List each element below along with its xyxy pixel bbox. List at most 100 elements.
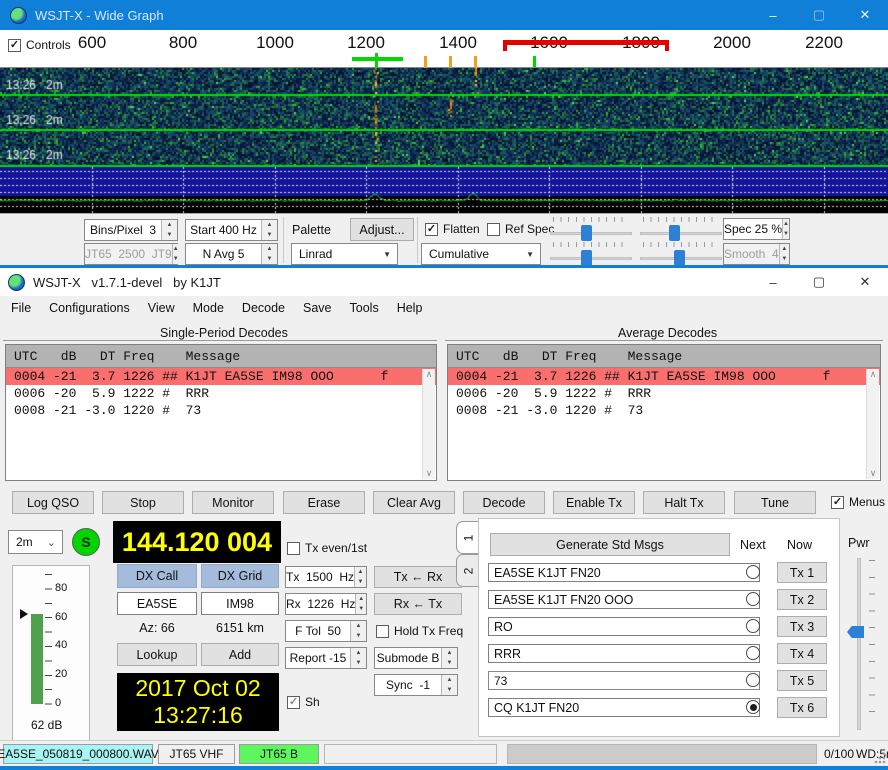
clear-avg-button[interactable]: Clear Avg	[373, 491, 455, 514]
minimize-icon[interactable]: –	[750, 268, 796, 296]
decode-row[interactable]: 0006 -20 5.9 1222 # RRR	[6, 385, 436, 402]
tx6-next-radio[interactable]	[746, 700, 760, 714]
main-titlebar[interactable]: WSJT-X v1.7.1-devel by K1JT – ▢ ✕	[0, 268, 888, 296]
minimize-icon[interactable]: –	[750, 0, 796, 30]
menu-configurations[interactable]: Configurations	[40, 297, 139, 319]
generate-std-msgs-button[interactable]: Generate Std Msgs	[490, 533, 730, 556]
decode-row[interactable]: 0008 -21 -3.0 1220 # 73	[6, 402, 436, 419]
spec-percent-spinbox[interactable]: Spec 25 % ▲▼	[723, 218, 790, 240]
zero-slider-1[interactable]	[638, 216, 724, 242]
dx-call-field[interactable]	[117, 592, 197, 615]
scrollbar[interactable]: ∧ ∨	[866, 369, 879, 479]
slider-handle[interactable]	[674, 250, 685, 266]
lookup-button[interactable]: Lookup	[117, 643, 197, 666]
sh-checkbox[interactable]: ✓ Sh	[287, 695, 320, 709]
hold-tx-freq-checkbox[interactable]: Hold Tx Freq	[376, 624, 463, 638]
tx3-next-radio[interactable]	[746, 619, 760, 633]
tx1-now-button[interactable]: Tx 1	[777, 562, 827, 583]
palette-combo[interactable]: Linrad ▼	[291, 243, 398, 265]
dx-grid-field[interactable]	[201, 592, 279, 615]
tx2-next-radio[interactable]	[746, 592, 760, 606]
erase-button[interactable]: Erase	[283, 491, 365, 514]
menus-checkbox[interactable]: ✓ Menus	[831, 495, 885, 509]
spin-up-icon[interactable]: ▲	[262, 220, 277, 230]
tx4-now-button[interactable]: Tx 4	[777, 643, 827, 664]
add-button[interactable]: Add	[201, 643, 279, 666]
tx3-now-button[interactable]: Tx 3	[777, 616, 827, 637]
menu-decode[interactable]: Decode	[233, 297, 294, 319]
tx4-message-field[interactable]	[488, 644, 760, 663]
f-tol-spinbox[interactable]: F Tol 50 ▲▼	[285, 620, 367, 642]
enable-tx-button[interactable]: Enable Tx	[553, 491, 635, 514]
frequency-scale[interactable]: ✓ Controls 600 800 1000 1200 1400 1600 1…	[0, 30, 888, 68]
tx6-message-field[interactable]	[488, 698, 760, 717]
n-avg-spinbox[interactable]: N Avg 5 ▲▼	[185, 243, 278, 265]
tx3-message-field[interactable]	[488, 617, 760, 636]
tx4-next-radio[interactable]	[746, 646, 760, 660]
gain-slider-1[interactable]	[548, 216, 634, 242]
tab-2[interactable]: 2	[456, 554, 479, 587]
decode-row[interactable]: 0004 -21 3.7 1226 ## K1JT EA5SE IM98 OOO…	[6, 368, 436, 385]
sync-spinbox[interactable]: Sync -1 ▲▼	[374, 674, 458, 696]
decode-row[interactable]: 0008 -21 -3.0 1220 # 73	[448, 402, 880, 419]
band-select-combo[interactable]: 2m ⌄	[8, 530, 63, 554]
tune-button[interactable]: Tune	[734, 491, 816, 514]
slider-handle[interactable]	[581, 225, 592, 241]
tx-from-rx-button[interactable]: Tx ← Rx	[374, 566, 462, 588]
average-decodes-table[interactable]: UTC dB DT Freq Message 0004 -21 3.7 1226…	[447, 344, 881, 481]
scroll-up-icon[interactable]: ∧	[870, 369, 877, 380]
tx-freq-spinbox[interactable]: Tx 1500 Hz ▲▼	[285, 566, 367, 588]
rx-from-tx-button[interactable]: Rx ← Tx	[374, 593, 462, 615]
submode-spinbox[interactable]: Submode B ▲▼	[374, 647, 458, 669]
single-period-decodes-table[interactable]: UTC dB DT Freq Message 0004 -21 3.7 1226…	[5, 344, 437, 481]
monitor-button[interactable]: Monitor	[192, 491, 274, 514]
pwr-slider[interactable]	[857, 558, 861, 730]
spin-down-icon[interactable]: ▼	[162, 230, 177, 240]
tx1-next-radio[interactable]	[746, 565, 760, 579]
zero-slider-2[interactable]	[638, 241, 724, 267]
tx2-now-button[interactable]: Tx 2	[777, 589, 827, 610]
menu-file[interactable]: File	[2, 297, 40, 319]
rx-freq-spinbox[interactable]: Rx 1226 Hz ▲▼	[285, 593, 367, 615]
close-icon[interactable]: ✕	[842, 268, 888, 296]
scrollbar[interactable]: ∧ ∨	[422, 369, 435, 479]
scroll-up-icon[interactable]: ∧	[426, 369, 433, 380]
decode-row[interactable]: 0006 -20 5.9 1222 # RRR	[448, 385, 880, 402]
flatten-checkbox[interactable]: ✓ Flatten	[425, 222, 480, 236]
wide-graph-titlebar[interactable]: WSJT-X - Wide Graph – ▢ ✕	[0, 0, 888, 30]
scroll-down-icon[interactable]: ∨	[426, 468, 433, 479]
slider-handle[interactable]	[669, 225, 680, 241]
menu-save[interactable]: Save	[294, 297, 341, 319]
pwr-slider-handle[interactable]	[847, 626, 864, 638]
spin-up-icon[interactable]: ▲	[162, 220, 177, 230]
tx2-message-field[interactable]	[488, 590, 760, 609]
tx-even-checkbox[interactable]: Tx even/1st	[287, 541, 367, 555]
decode-row[interactable]: 0004 -21 3.7 1226 ## K1JT EA5SE IM98 OOO…	[448, 368, 880, 385]
maximize-icon[interactable]: ▢	[796, 268, 842, 296]
decode-button[interactable]: Decode	[463, 491, 545, 514]
controls-checkbox-box[interactable]: ✓	[8, 39, 21, 52]
adjust-button[interactable]: Adjust...	[350, 218, 414, 241]
spin-down-icon[interactable]: ▼	[262, 230, 277, 240]
tx5-now-button[interactable]: Tx 5	[777, 670, 827, 691]
menu-mode[interactable]: Mode	[184, 297, 233, 319]
maximize-icon[interactable]: ▢	[796, 0, 842, 30]
scroll-down-icon[interactable]: ∨	[870, 468, 877, 479]
resize-grip[interactable]	[874, 752, 886, 764]
tx5-next-radio[interactable]	[746, 673, 760, 687]
start-freq-spinbox[interactable]: Start 400 Hz ▲▼	[185, 219, 278, 241]
tx6-now-button[interactable]: Tx 6	[777, 697, 827, 718]
gain-slider-2[interactable]	[548, 241, 634, 267]
report-spinbox[interactable]: Report -15 ▲▼	[285, 647, 367, 669]
menu-view[interactable]: View	[139, 297, 184, 319]
dx-call-button[interactable]: DX Call	[117, 564, 197, 588]
menu-help[interactable]: Help	[388, 297, 432, 319]
dx-grid-button[interactable]: DX Grid	[201, 564, 279, 588]
bins-pixel-spinbox[interactable]: Bins/Pixel 3 ▲▼	[84, 219, 178, 241]
stop-button[interactable]: Stop	[102, 491, 184, 514]
tx5-message-combo[interactable]: 73 ⌄	[488, 671, 760, 690]
tab-1[interactable]: 1	[456, 521, 479, 554]
log-qso-button[interactable]: Log QSO	[12, 491, 94, 514]
ref-spec-checkbox[interactable]: Ref Spec	[487, 222, 554, 236]
halt-tx-button[interactable]: Halt Tx	[643, 491, 725, 514]
